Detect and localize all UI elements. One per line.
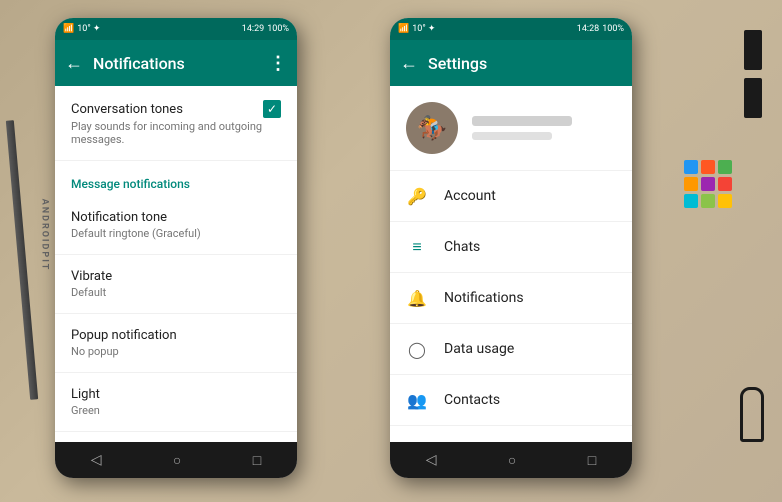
- app-bar-right: ← Settings: [390, 40, 632, 86]
- light-subtitle: Green: [71, 404, 281, 417]
- avatar-image: 🏇: [406, 102, 458, 154]
- back-button-left[interactable]: ←: [65, 53, 83, 74]
- vibrate-subtitle: Default: [71, 286, 281, 299]
- settings-label-2: Notifications: [444, 290, 616, 306]
- status-temp-right: 10° ✦: [412, 24, 435, 34]
- color-block-0: [684, 160, 698, 174]
- conversation-tones-title: Conversation tones: [71, 102, 183, 117]
- profile-name-blurred: [472, 116, 572, 126]
- chats-icon: ≡: [406, 236, 428, 258]
- vibrate-title: Vibrate: [71, 269, 281, 284]
- settings-label-3: Data usage: [444, 341, 616, 357]
- settings-item-account[interactable]: 🔑 Account: [390, 171, 632, 222]
- binder-clip: [740, 387, 764, 442]
- notification-tone-subtitle: Default ringtone (Graceful): [71, 227, 281, 240]
- nav-recent-right[interactable]: □: [588, 452, 596, 469]
- color-block-8: [718, 194, 732, 208]
- settings-item-data-usage[interactable]: ◯ Data usage: [390, 324, 632, 375]
- profile-status-blurred: [472, 132, 552, 140]
- status-right-right-info: 14:28 100%: [577, 24, 624, 34]
- color-block-7: [701, 194, 715, 208]
- status-battery: 100%: [267, 24, 289, 34]
- popup-notification-subtitle: No popup: [71, 345, 281, 358]
- status-time-right: 14:28: [577, 24, 599, 34]
- settings-item-chats[interactable]: ≡ Chats: [390, 222, 632, 273]
- message-notifications-title: Message notifications: [71, 177, 190, 191]
- vibrate-item[interactable]: Vibrate Default: [55, 255, 297, 314]
- brand-label: ANDROIDPIT: [39, 199, 49, 272]
- left-phone-content: Conversation tones ✓ Play sounds for inc…: [55, 86, 297, 442]
- app-bar-title-right: Settings: [428, 54, 622, 73]
- notification-tone-title: Notification tone: [71, 210, 281, 225]
- color-block-5: [718, 177, 732, 191]
- light-item[interactable]: Light Green: [55, 373, 297, 432]
- settings-label-4: Contacts: [444, 392, 616, 408]
- back-button-right[interactable]: ←: [400, 53, 418, 74]
- contacts-icon: 👥: [406, 389, 428, 411]
- phone-left-screen: 📶 10° ✦ 14:29 100% ← Notifications ⋮ Con…: [55, 18, 297, 478]
- message-notifications-header: Message notifications: [55, 161, 297, 196]
- settings-label-1: Chats: [444, 239, 616, 255]
- color-block-6: [684, 194, 698, 208]
- more-button-left[interactable]: ⋮: [269, 53, 287, 74]
- status-time: 14:29: [242, 24, 264, 34]
- color-blocks: [684, 160, 732, 208]
- settings-item-help[interactable]: ?Help: [390, 426, 632, 442]
- right-phone-content: 🏇 🔑 Account ≡ Chats 🔔 Notifications ◯ Data usag…: [390, 86, 632, 442]
- check-icon: ✓: [267, 102, 277, 116]
- nav-home-left[interactable]: ○: [173, 452, 181, 469]
- nav-back-right[interactable]: ◁: [426, 452, 437, 468]
- status-signal-right: 📶: [398, 24, 409, 34]
- nav-recent-left[interactable]: □: [253, 452, 261, 469]
- color-block-2: [718, 160, 732, 174]
- nav-back-left[interactable]: ◁: [91, 452, 102, 468]
- phone-right: 📶 10° ✦ 14:28 100% ← Settings 🏇: [390, 18, 632, 478]
- light-title: Light: [71, 387, 281, 402]
- phone-left: 📶 10° ✦ 14:29 100% ← Notifications ⋮ Con…: [55, 18, 297, 478]
- account-icon: 🔑: [406, 185, 428, 207]
- conversation-tones-row: Conversation tones ✓: [71, 100, 281, 118]
- popup-notification-title: Popup notification: [71, 328, 281, 343]
- data-usage-icon: ◯: [406, 338, 428, 360]
- status-temp: 10° ✦: [77, 24, 100, 34]
- status-right-info: 14:29 100%: [242, 24, 289, 34]
- color-block-4: [701, 177, 715, 191]
- color-block-1: [701, 160, 715, 174]
- app-bar-title-left: Notifications: [93, 54, 259, 73]
- conversation-tones-checkbox[interactable]: ✓: [263, 100, 281, 118]
- profile-text: [472, 116, 616, 140]
- avatar: 🏇: [406, 102, 458, 154]
- phone-right-screen: 📶 10° ✦ 14:28 100% ← Settings 🏇: [390, 18, 632, 478]
- settings-label-0: Account: [444, 188, 616, 204]
- notifications-icon: 🔔: [406, 287, 428, 309]
- profile-section[interactable]: 🏇: [390, 86, 632, 171]
- status-battery-right: 100%: [602, 24, 624, 34]
- app-bar-left: ← Notifications ⋮: [55, 40, 297, 86]
- settings-list: 🔑 Account ≡ Chats 🔔 Notifications ◯ Data usage 👥…: [390, 171, 632, 442]
- clip-1: [744, 30, 762, 70]
- group-notifications-header: Group notifications: [55, 432, 297, 442]
- clip-2: [744, 78, 762, 118]
- nav-bar-right: ◁ ○ □: [390, 442, 632, 478]
- color-block-3: [684, 177, 698, 191]
- conversation-tones-subtitle: Play sounds for incoming and outgoing me…: [71, 120, 281, 146]
- status-bar-left: 📶 10° ✦ 14:29 100%: [55, 18, 297, 40]
- nav-bar-left: ◁ ○ □: [55, 442, 297, 478]
- conversation-tones-item[interactable]: Conversation tones ✓ Play sounds for inc…: [55, 86, 297, 161]
- settings-item-notifications[interactable]: 🔔 Notifications: [390, 273, 632, 324]
- settings-item-contacts[interactable]: 👥 Contacts: [390, 375, 632, 426]
- status-left-info: 📶 10° ✦: [63, 24, 100, 34]
- nav-home-right[interactable]: ○: [508, 452, 516, 469]
- notification-tone-item[interactable]: Notification tone Default ringtone (Grac…: [55, 196, 297, 255]
- status-right-left-info: 📶 10° ✦: [398, 24, 435, 34]
- status-signal: 📶: [63, 24, 74, 34]
- status-bar-right: 📶 10° ✦ 14:28 100%: [390, 18, 632, 40]
- popup-notification-item[interactable]: Popup notification No popup: [55, 314, 297, 373]
- binder-clips-top: [744, 30, 762, 118]
